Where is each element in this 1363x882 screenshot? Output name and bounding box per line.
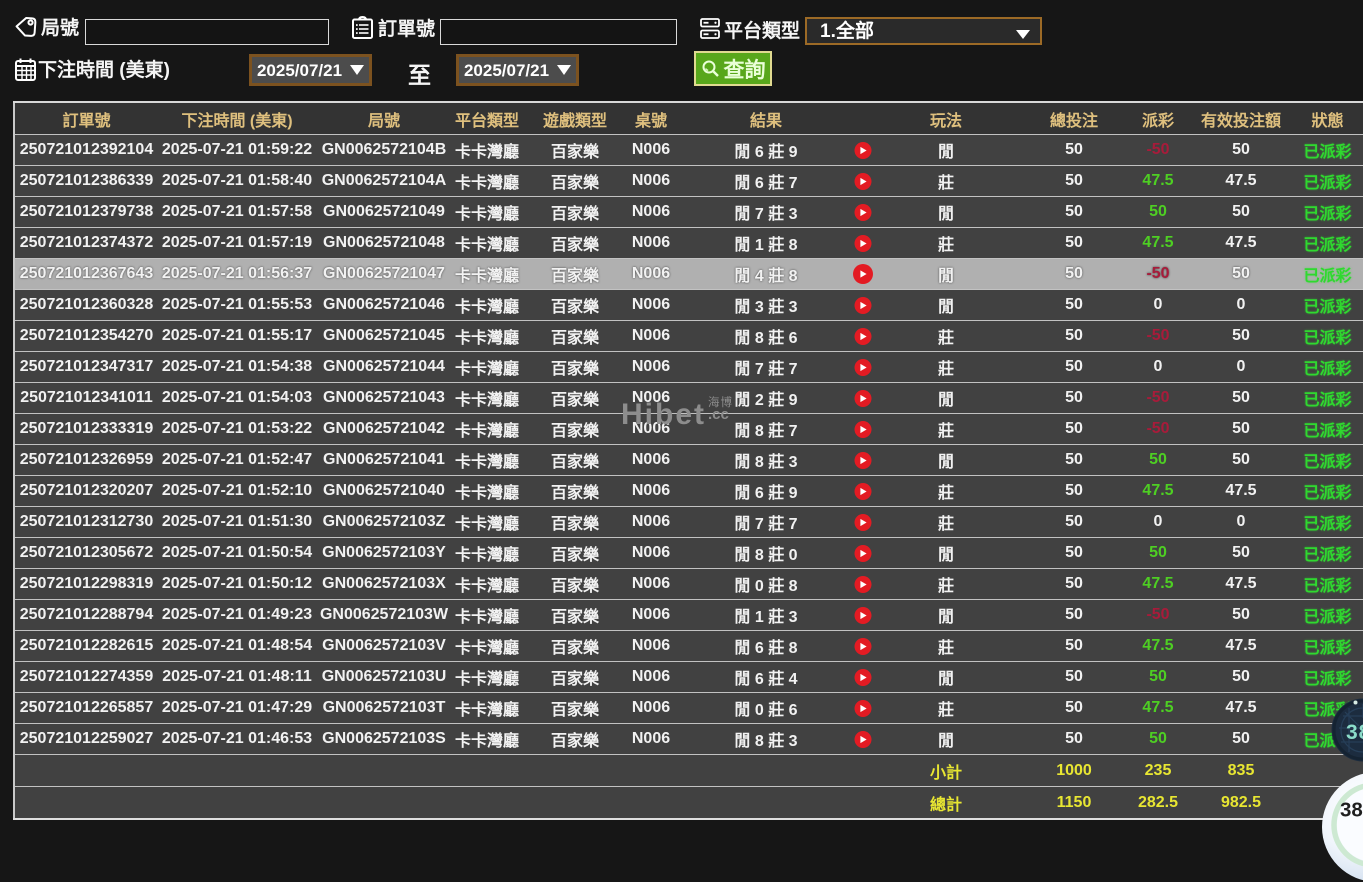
- svg-text:38: 38: [1346, 721, 1363, 744]
- svg-text:38: 38: [1340, 799, 1363, 822]
